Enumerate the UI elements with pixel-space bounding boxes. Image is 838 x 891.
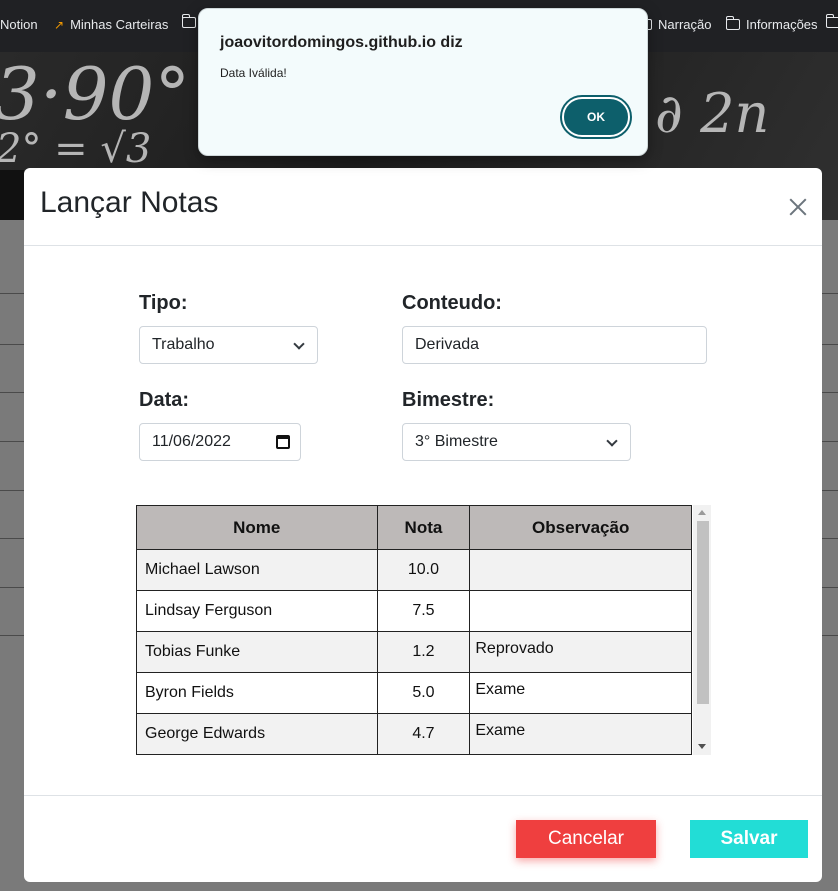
conteudo-value: Derivada: [415, 336, 480, 353]
scroll-down-icon[interactable]: [698, 744, 706, 749]
notas-table-container: Nome Nota Observação Michael Lawson 10.0…: [136, 505, 711, 755]
column-header-observacao: Observação: [469, 505, 692, 550]
bimestre-label: Bimestre:: [402, 389, 495, 411]
data-input[interactable]: 11/06/2022: [139, 423, 301, 461]
alert-title: joaovitordomingos.github.io diz: [220, 34, 463, 51]
bimestre-value: 3° Bimestre: [415, 433, 498, 450]
cell-observacao[interactable]: Exame: [469, 713, 692, 755]
modal-header: Lançar Notas: [24, 168, 822, 246]
calendar-icon[interactable]: [276, 435, 290, 449]
table-row: Tobias Funke 1.2 Reprovado: [136, 631, 692, 673]
cell-observacao[interactable]: [469, 590, 692, 632]
data-value: 11/06/2022: [152, 433, 231, 450]
cell-nota[interactable]: 10.0: [376, 549, 471, 591]
lancar-notas-modal: Lançar Notas Tipo: Trabalho Conteudo: De…: [24, 168, 822, 882]
cell-nome: George Edwards: [136, 713, 378, 755]
cell-nome: Byron Fields: [136, 672, 378, 714]
ok-button[interactable]: OK: [560, 95, 632, 139]
cell-observacao[interactable]: [469, 549, 692, 591]
table-row: Byron Fields 5.0 Exame: [136, 672, 692, 714]
bimestre-select[interactable]: 3° Bimestre: [402, 423, 631, 461]
chevron-down-icon: [606, 435, 618, 447]
table-row: Lindsay Ferguson 7.5: [136, 590, 692, 632]
bookmark-minhas-carteiras[interactable]: ↗ Minhas Carteiras: [54, 17, 168, 32]
alert-message: Data Iválida!: [220, 66, 287, 80]
notas-table: Nome Nota Observação Michael Lawson 10.0…: [136, 505, 692, 755]
table-row: George Edwards 4.7 Exame: [136, 713, 692, 755]
alert-dialog: joaovitordomingos.github.io diz Data Ivá…: [198, 8, 648, 156]
folder-icon: [181, 14, 196, 28]
cancel-button[interactable]: Cancelar: [516, 820, 656, 858]
bookmark-folder[interactable]: [181, 14, 196, 28]
trend-icon: ↗: [54, 17, 65, 32]
tipo-select[interactable]: Trabalho: [139, 326, 318, 364]
bookmark-informacoes[interactable]: Informações: [725, 16, 818, 32]
table-row: Michael Lawson 10.0: [136, 549, 692, 591]
table-scrollbar[interactable]: [693, 505, 711, 755]
cell-observacao[interactable]: Reprovado: [469, 631, 692, 673]
cell-observacao[interactable]: Exame: [469, 672, 692, 714]
save-button[interactable]: Salvar: [690, 820, 808, 858]
bookmark-label: Minhas Carteiras: [70, 17, 169, 32]
folder-icon: [825, 14, 838, 28]
close-icon[interactable]: [786, 195, 810, 219]
conteudo-label: Conteudo:: [402, 292, 502, 314]
cell-nome: Tobias Funke: [136, 631, 378, 673]
bookmark-label: Narração: [658, 17, 712, 32]
data-label: Data:: [139, 389, 190, 411]
bookmark-label: Informações: [746, 17, 818, 32]
column-header-nota: Nota: [376, 505, 471, 550]
tipo-value: Trabalho: [152, 336, 215, 353]
cell-nome: Michael Lawson: [136, 549, 378, 591]
scrollbar-thumb[interactable]: [697, 521, 709, 704]
cell-nota[interactable]: 1.2: [376, 631, 471, 673]
folder-icon: [725, 16, 740, 30]
cell-nota[interactable]: 7.5: [376, 590, 471, 632]
chalk-scribble: 2° = √3: [0, 126, 152, 172]
cell-nota[interactable]: 5.0: [376, 672, 471, 714]
chevron-down-icon: [293, 338, 305, 350]
column-header-nome: Nome: [136, 505, 378, 550]
tipo-label: Tipo:: [139, 292, 188, 314]
bookmark-label: Notion: [0, 17, 38, 32]
cell-nota[interactable]: 4.7: [376, 713, 471, 755]
modal-footer-divider: [24, 795, 822, 796]
chalk-scribble: ∂ 2n: [655, 82, 770, 145]
conteudo-input[interactable]: Derivada: [402, 326, 707, 364]
modal-title: Lançar Notas: [40, 186, 219, 219]
header-strip: [0, 170, 24, 220]
bookmark-narracao[interactable]: Narração: [637, 16, 712, 32]
scroll-up-icon[interactable]: [698, 510, 706, 515]
bookmark-folder-overflow[interactable]: [825, 14, 838, 28]
bookmark-notion[interactable]: Notion: [0, 17, 38, 32]
cell-nome: Lindsay Ferguson: [136, 590, 378, 632]
